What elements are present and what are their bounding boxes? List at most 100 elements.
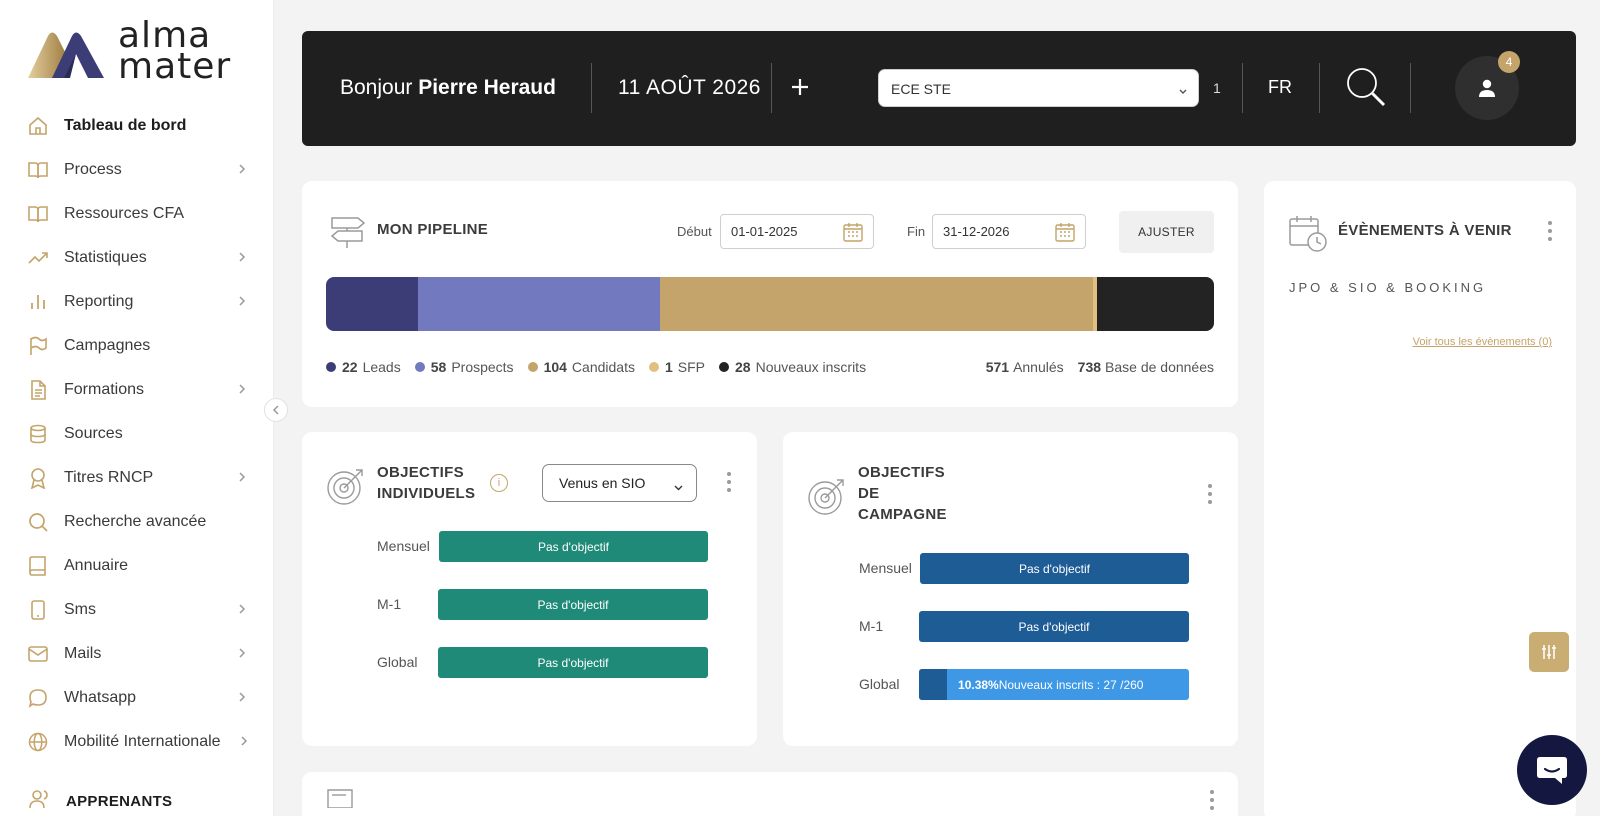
sidebar-item-statistiques[interactable]: Statistiques [0,236,274,280]
sidebar-item-mobilite-internationale[interactable]: Mobilité Internationale [0,720,274,764]
row-label-mensuel: Mensuel [859,560,912,576]
legend-item-nouveaux-inscrits: 28 Nouveaux inscrits [719,359,866,375]
objectifs-individuels-title: OBJECTIFS INDIVIDUELS [377,462,475,504]
sidebar-item-label: Statistiques [64,249,147,266]
search-icon [1347,68,1386,107]
pipeline-segment-prospects[interactable] [417,277,660,331]
language-switcher[interactable]: FR [1268,77,1292,98]
title-line: CAMPAGNE [858,506,947,523]
events-title: ÉVÈNEMENTS À VENIR [1338,222,1512,239]
end-date-input[interactable]: 31-12-2026 [932,214,1086,249]
sidebar-item-process[interactable]: Process [0,148,274,192]
stat-count: 738 [1077,359,1102,375]
legend-dot [719,362,729,372]
sidebar-item-label: Ressources CFA [64,205,185,222]
sidebar-section-label: APPRENANTS [66,792,173,810]
sidebar-item-mails[interactable]: Mails [0,632,274,676]
objectifs-campagne-menu-button[interactable] [1208,484,1214,504]
collapse-sidebar-button[interactable] [264,398,288,422]
sidebar-item-campagnes[interactable]: Campagnes [0,324,274,368]
adjust-button[interactable]: AJUSTER [1119,211,1214,253]
greeting-prefix: Bonjour [340,76,419,99]
pipeline-segment-nouveaux-inscrits[interactable] [1097,277,1214,331]
chevron-right-icon [240,734,248,752]
stat-annules: 571 Annulés [986,359,1064,375]
title-line: INDIVIDUELS [377,485,476,502]
chat-bubble-icon [27,687,49,709]
globe-icon [27,731,49,753]
objectifs-campagne-card: OBJECTIFS DE CAMPAGNE Mensuel Pas d'obje… [783,432,1238,746]
legend-count: 104 [543,359,567,375]
sidebar-nav: Tableau de bord Process Ressources CFA S… [0,104,274,764]
school-select[interactable]: ECE STE [878,69,1199,107]
chevron-right-icon [238,602,246,620]
sidebar-item-titres-rncp[interactable]: Titres RNCP [0,456,274,500]
sidebar-item-label: Titres RNCP [64,469,154,486]
sidebar-item-label: Process [64,161,122,178]
sidebar-item-tableau-de-bord[interactable]: Tableau de bord [0,104,274,148]
chevron-right-icon [238,250,246,268]
legend-count: 58 [430,359,447,375]
sidebar-item-ressources-cfa[interactable]: Ressources CFA [0,192,274,236]
sidebar-item-sources[interactable]: Sources [0,412,274,456]
pipeline-card: MON PIPELINE Début 01-01-2025 Fin 31-12-… [302,181,1238,407]
sidebar-item-recherche-avancee[interactable]: Recherche avancée [0,500,274,544]
info-icon[interactable]: i [490,474,508,492]
events-card: ÉVÈNEMENTS À VENIR JPO & SIO & BOOKING V… [1264,181,1576,816]
divider [1242,63,1243,113]
filter-settings-button[interactable] [1529,632,1569,672]
calendar-icon[interactable] [1054,221,1076,246]
target-icon [326,466,366,511]
objectifs-campagne-title: OBJECTIFS DE CAMPAGNE [858,462,947,525]
pipeline-segment-candidats[interactable] [659,277,1094,331]
sidebar-section-apprenants[interactable]: APPRENANTS [0,786,172,816]
pipeline-title: MON PIPELINE [377,221,489,238]
objectif-bar-m-1: Pas d'objectif [919,611,1189,642]
dossiers-menu-button[interactable] [1210,790,1216,810]
search-button[interactable] [1344,65,1388,109]
users-icon [28,788,52,815]
sidebar-item-formations[interactable]: Formations [0,368,274,412]
start-date-input[interactable]: 01-01-2025 [720,214,874,249]
objectifs-individuels-menu-button[interactable] [727,472,733,492]
sliders-icon [1542,645,1556,659]
sidebar-item-reporting[interactable]: Reporting [0,280,274,324]
sidebar-item-label: Annuaire [64,557,129,574]
legend-label: Candidats [571,359,635,375]
database-icon [27,423,49,445]
objectif-bar-m-1: Pas d'objectif [438,589,708,620]
sidebar-item-whatsapp[interactable]: Whatsapp [0,676,274,720]
legend-label: SFP [677,359,705,375]
objectif-type-value: Venus en SIO [559,475,646,491]
title-line: DE [858,485,880,502]
start-date-label: Début [677,224,712,239]
see-all-events-link[interactable]: Voir tous les évènements (0) [1413,336,1552,348]
legend-item-leads: 22 Leads [326,359,401,375]
add-button[interactable] [786,73,814,101]
events-menu-button[interactable] [1548,221,1554,241]
divider [1319,63,1320,113]
alma-mater-logo[interactable]: alma mater [24,18,244,90]
end-date-label: Fin [907,224,926,239]
legend-dot [326,362,336,372]
chat-support-button[interactable] [1517,735,1587,805]
pipeline-bar [326,277,1214,331]
document-icon [27,379,49,401]
legend-dot [527,362,538,372]
stat-label: Annulés [1013,359,1064,375]
row-label-global: Global [377,654,418,670]
pipeline-segment-leads[interactable] [326,277,418,331]
sidebar-item-sms[interactable]: Sms [0,588,274,632]
sidebar-item-annuaire[interactable]: Annuaire [0,544,274,588]
progress-label: Nouveaux inscrits : 27 /260 [998,677,1144,692]
pipeline-extra-stats: 571 Annulés 738 Base de données [972,359,1214,375]
objectif-type-select[interactable]: Venus en SIO [542,464,697,502]
chat-icon [1537,757,1567,784]
home-icon [27,115,49,137]
objectif-progress-global: 10.38%Nouveaux inscrits : 27 /260 [919,669,1189,700]
chevron-right-icon [238,646,246,664]
sidebar-item-label: Sms [64,601,96,618]
sidebar-item-label: Formations [64,381,145,398]
sidebar-item-label: Tableau de bord [64,117,187,134]
calendar-icon[interactable] [842,221,864,246]
